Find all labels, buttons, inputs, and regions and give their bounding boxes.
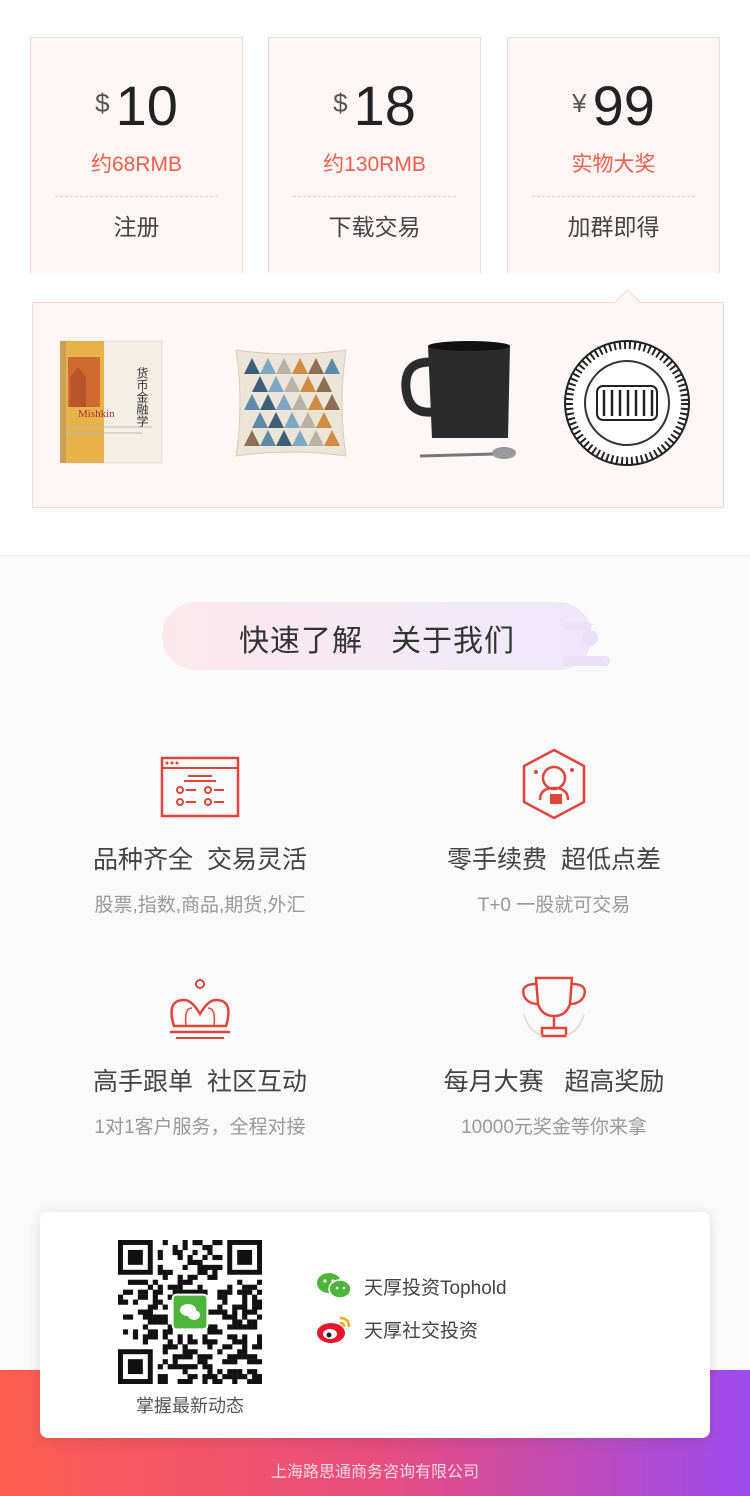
weibo-account[interactable]: 天厚社交投资 <box>316 1314 478 1344</box>
prize-panel: Mishkin 货币金融学 <box>32 302 724 508</box>
qr-code[interactable] <box>118 1240 263 1385</box>
wechat-account[interactable]: 天厚投资Tophold <box>316 1272 507 1300</box>
currency-symbol: $ <box>95 88 110 118</box>
feature-contest: 每月大赛 超高奖励 10000元奖金等你来拿 <box>394 974 714 1139</box>
divider <box>293 196 456 197</box>
browser-list-icon <box>160 752 240 822</box>
section-title-banner: 快速了解 关于我们 <box>162 602 610 670</box>
feature-title: 高手跟单 社区互动 <box>93 1068 307 1096</box>
weibo-label: 天厚社交投资 <box>364 1320 479 1342</box>
book-title: 货币金融学 <box>135 366 149 427</box>
feature-sub: 股票,指数,商品,期货,外汇 <box>94 895 306 916</box>
book-author: Mishkin <box>78 408 115 420</box>
feature-sub: 1对1客户服务，全程对接 <box>94 1117 306 1138</box>
plates-image <box>564 340 690 466</box>
reward-action: 注册 <box>113 214 160 240</box>
company-name: 上海路思通商务咨询有限公司 <box>270 1464 479 1481</box>
feature-sub: T+0 一股就可交易 <box>477 895 631 916</box>
reward-amount: 18 <box>353 74 416 137</box>
reward-sub: 约68RMB <box>90 153 183 176</box>
crown-icon <box>160 974 240 1044</box>
feature-variety: 品种齐全 交易灵活 股票,指数,商品,期货,外汇 <box>40 752 360 917</box>
reward-action: 加群即得 <box>567 214 660 240</box>
section-title: 快速了解 关于我们 <box>238 625 515 658</box>
reward-card-group[interactable]: ¥ 99 实物大奖 加群即得 <box>507 37 720 281</box>
reward-amount: 10 <box>115 74 178 137</box>
trophy-icon <box>514 974 594 1044</box>
reward-card-register[interactable]: $ 10 约68RMB 注册 <box>30 37 243 281</box>
currency-symbol: $ <box>333 88 348 118</box>
divider <box>55 196 218 197</box>
qr-caption: 掌握最新动态 <box>136 1396 244 1416</box>
feature-community: 高手跟单 社区互动 1对1客户服务，全程对接 <box>40 974 360 1139</box>
reward-sub: 约130RMB <box>323 153 426 176</box>
reward-action: 下载交易 <box>328 214 421 240</box>
reward-card-trade[interactable]: $ 18 约130RMB 下载交易 <box>268 37 481 281</box>
follow-card: 掌握最新动态 天厚投资Tophold 天厚社交投资 <box>40 1212 710 1438</box>
prize-pillow <box>221 333 361 473</box>
wechat-label: 天厚投资Tophold <box>364 1277 507 1299</box>
reward-sub: 实物大奖 <box>571 153 656 176</box>
feature-title: 零手续费 超低点差 <box>447 846 661 874</box>
prize-mug <box>393 333 533 473</box>
section-divider <box>0 555 750 556</box>
divider <box>532 196 695 197</box>
mug-image <box>401 341 516 459</box>
feature-title: 品种齐全 交易灵活 <box>93 846 307 874</box>
feature-fees: 零手续费 超低点差 T+0 一股就可交易 <box>394 748 714 917</box>
prize-book: Mishkin 货币金融学 <box>41 333 181 473</box>
reward-cards: $ 10 约68RMB 注册 $ 18 约130RMB 下载交易 ¥ 99 实物… <box>30 37 720 281</box>
book-image: Mishkin 货币金融学 <box>60 340 163 464</box>
hexagon-astronaut-icon <box>514 748 594 822</box>
reward-amount: 99 <box>592 74 655 137</box>
feature-sub: 10000元奖金等你来拿 <box>461 1117 647 1138</box>
wechat-icon <box>317 1273 352 1299</box>
prize-plates <box>557 333 697 473</box>
currency-symbol: ¥ <box>572 88 587 118</box>
feature-title: 每月大赛 超高奖励 <box>443 1068 665 1096</box>
pillow-image <box>235 349 347 457</box>
weibo-icon <box>317 1316 351 1343</box>
